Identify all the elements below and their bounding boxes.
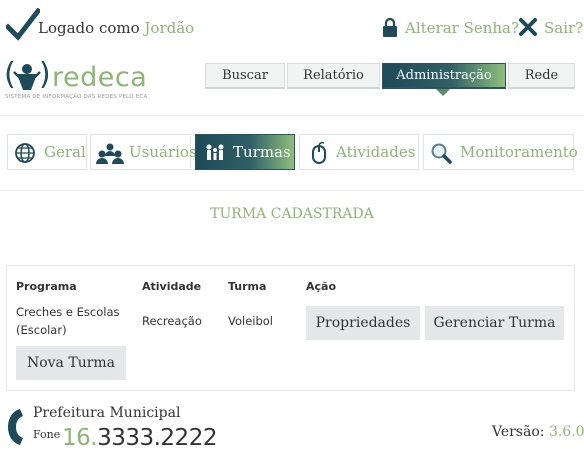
version-label: Versão: <box>492 424 545 440</box>
mouse-icon <box>312 142 326 164</box>
cell-turma: Voleibol <box>228 314 274 328</box>
tabs-divider <box>0 190 584 191</box>
cell-atividade: Recreação <box>142 314 202 328</box>
phone-prefix: 16. <box>62 425 98 451</box>
nav-rede[interactable]: Rede <box>508 63 575 89</box>
lock-icon <box>383 17 397 37</box>
manage-turma-button[interactable]: Gerenciar Turma <box>425 306 564 340</box>
magnifier-icon <box>431 143 452 164</box>
tab-atividades[interactable]: Atividades <box>299 134 419 170</box>
tab-atividades-label: Atividades <box>336 143 416 161</box>
check-icon <box>6 8 40 41</box>
version-number: 3.6.0 <box>548 424 584 440</box>
logged-as-text: Logado como Jordão <box>38 19 194 37</box>
tab-usuarios[interactable]: Usuários <box>90 134 197 170</box>
tab-monitoramento[interactable]: Monitoramento <box>423 134 578 170</box>
nav-buscar[interactable]: Buscar <box>205 63 285 89</box>
globe-icon <box>15 143 35 163</box>
col-header-programa: Programa <box>16 280 77 293</box>
cell-programa: Creches e Escolas (Escolar) <box>16 305 120 337</box>
family-icon <box>206 144 224 160</box>
logged-prefix: Logado como <box>38 19 140 37</box>
tab-turmas[interactable]: Turmas <box>195 134 295 170</box>
phone-digits: 3333.2222 <box>97 425 217 451</box>
tab-usuarios-label: Usuários <box>129 143 197 161</box>
nav-administracao[interactable]: Administração <box>382 63 506 89</box>
logged-user-name: Jordão <box>144 19 195 37</box>
prefeitura-label: Prefeitura Municipal <box>33 405 181 421</box>
logo-wordmark: redeca <box>52 62 147 93</box>
col-header-turma: Turma <box>228 280 267 293</box>
col-header-acao: Ação <box>306 280 337 293</box>
header-divider <box>0 115 584 116</box>
tab-geral[interactable]: Geral <box>7 134 87 170</box>
logo-tagline: SISTEMA DE INFORMAÇÃO DAS REDES PELO ECA <box>5 94 148 100</box>
active-nav-indicator <box>436 89 450 96</box>
change-password-link[interactable]: Alterar Senha? <box>405 19 519 37</box>
tab-monitoramento-label: Monitoramento <box>460 143 578 161</box>
phone-label: Fone <box>33 428 61 441</box>
version-text: Versão: 3.6.0 <box>492 424 584 440</box>
phone-icon <box>8 409 23 445</box>
page-heading: TURMA CADASTRADA <box>210 206 374 222</box>
phone-number: 16.3333.2222 <box>62 425 217 451</box>
logout-link[interactable]: Sair? <box>544 19 583 37</box>
svg-text:(: ( <box>4 60 16 92</box>
nav-relatorio[interactable]: Relatório <box>287 63 380 89</box>
close-icon[interactable] <box>518 17 538 37</box>
svg-text:): ) <box>39 60 51 92</box>
col-header-atividade: Atividade <box>142 280 202 293</box>
tab-turmas-label: Turmas <box>233 143 291 161</box>
tab-geral-label: Geral <box>44 143 86 161</box>
users-icon <box>96 143 124 164</box>
properties-button[interactable]: Propriedades <box>306 306 420 340</box>
new-turma-button[interactable]: Nova Turma <box>16 346 126 380</box>
